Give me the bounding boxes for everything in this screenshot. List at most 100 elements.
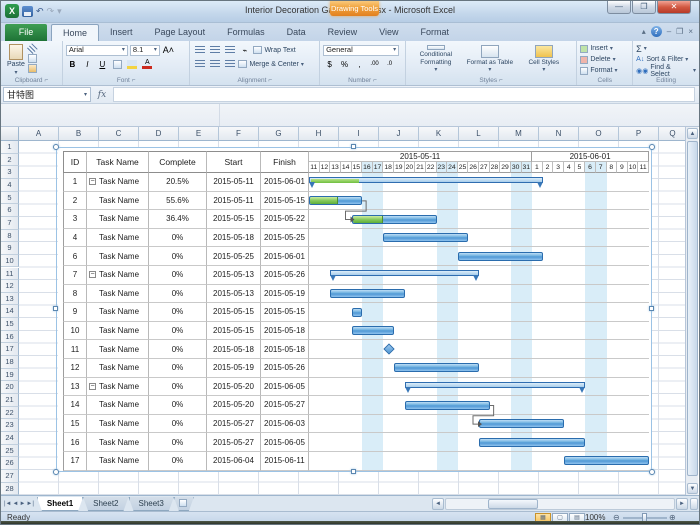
selection-handle[interactable] [53, 306, 58, 311]
column-header-G[interactable]: G [259, 127, 299, 141]
fx-icon[interactable]: fx [91, 90, 113, 100]
selection-handle[interactable] [649, 144, 655, 150]
row-header-11[interactable]: 11 [1, 268, 19, 281]
row-header-28[interactable]: 28 [1, 483, 19, 496]
copy-icon[interactable] [28, 54, 37, 63]
row-header-16[interactable]: 16 [1, 331, 19, 344]
select-all-corner[interactable] [1, 127, 19, 141]
delete-cells-button[interactable]: Delete▾ [580, 54, 629, 65]
format-painter-icon[interactable] [28, 64, 37, 73]
ribbon-tab-view[interactable]: View [368, 24, 409, 41]
column-header-H[interactable]: H [299, 127, 339, 141]
row-header-23[interactable]: 23 [1, 419, 19, 432]
align-top-icon[interactable] [193, 45, 206, 56]
gantt-bar-task[interactable] [352, 308, 363, 317]
row-header-20[interactable]: 20 [1, 381, 19, 394]
column-header-K[interactable]: K [419, 127, 459, 141]
gantt-bar-task[interactable] [394, 363, 479, 372]
column-header-C[interactable]: C [99, 127, 139, 141]
align-left-icon[interactable] [193, 59, 206, 70]
align-right-icon[interactable] [223, 59, 236, 70]
sheet-tab-sheet2[interactable]: Sheet2 [83, 497, 128, 511]
cut-icon[interactable] [26, 43, 37, 54]
selection-handle[interactable] [351, 144, 356, 149]
column-header-D[interactable]: D [139, 127, 179, 141]
column-header-I[interactable]: I [339, 127, 379, 141]
align-center-icon[interactable] [208, 59, 221, 70]
align-middle-icon[interactable] [208, 45, 221, 56]
row-header-18[interactable]: 18 [1, 356, 19, 369]
ribbon-tab-review[interactable]: Review [317, 24, 369, 41]
row-header-2[interactable]: 2 [1, 154, 19, 167]
ribbon-tab-home[interactable]: Home [51, 24, 99, 41]
column-header-N[interactable]: N [539, 127, 579, 141]
workbook-minimize-icon[interactable]: – [667, 27, 671, 36]
redo-icon[interactable]: ↷ [47, 4, 55, 18]
scroll-left-icon[interactable]: ◄ [432, 498, 444, 510]
qat-dropdown-icon[interactable]: ▾ [57, 4, 62, 18]
decrease-decimal-icon[interactable]: .0 [383, 59, 396, 70]
scroll-right-icon[interactable]: ► [676, 498, 688, 510]
row-header-24[interactable]: 24 [1, 432, 19, 445]
insert-worksheet-button[interactable] [174, 497, 194, 511]
scroll-up-icon[interactable]: ▲ [687, 128, 698, 139]
wrap-text-button[interactable]: Wrap Text [253, 45, 295, 56]
insert-cells-button[interactable]: Insert▾ [580, 43, 629, 54]
gantt-bar-task[interactable] [564, 456, 649, 465]
minimize-ribbon-icon[interactable]: ▴ [642, 27, 646, 36]
column-header-P[interactable]: P [619, 127, 659, 141]
row-header-17[interactable]: 17 [1, 343, 19, 356]
row-header-8[interactable]: 8 [1, 230, 19, 243]
italic-button[interactable]: I [81, 59, 94, 70]
gantt-bar-task[interactable] [383, 233, 468, 242]
selection-handle[interactable] [351, 469, 356, 474]
column-header-A[interactable]: A [19, 127, 59, 141]
collapse-toggle-icon[interactable]: − [89, 271, 96, 278]
column-header-F[interactable]: F [219, 127, 259, 141]
row-header-9[interactable]: 9 [1, 242, 19, 255]
ribbon-tab-insert[interactable]: Insert [99, 24, 144, 41]
underline-button[interactable]: U [96, 59, 109, 70]
column-header-L[interactable]: L [459, 127, 499, 141]
prev-sheet-icon[interactable]: ◄ [13, 501, 19, 507]
fill-color-icon[interactable] [126, 59, 139, 70]
row-header-13[interactable]: 13 [1, 293, 19, 306]
column-header-M[interactable]: M [499, 127, 539, 141]
row-header-5[interactable]: 5 [1, 192, 19, 205]
ribbon-tab-format[interactable]: Format [409, 24, 460, 41]
comma-style-icon[interactable]: , [353, 59, 366, 70]
increase-decimal-icon[interactable]: .00 [368, 59, 381, 70]
font-color-icon[interactable]: A [141, 59, 154, 70]
formula-input[interactable] [113, 87, 695, 102]
paste-button[interactable]: Paste▾ [4, 43, 28, 77]
sheet-tab-sheet3[interactable]: Sheet3 [129, 497, 174, 511]
number-format-combo[interactable]: General▾ [323, 45, 399, 56]
column-header-E[interactable]: E [179, 127, 219, 141]
merge-center-button[interactable]: Merge & Center▾ [238, 59, 303, 70]
first-sheet-icon[interactable]: |◄ [4, 501, 12, 507]
row-header-3[interactable]: 3 [1, 166, 19, 179]
gantt-bar-summary[interactable] [405, 382, 586, 393]
cell-styles-button[interactable]: Cell Styles▾ [517, 43, 571, 74]
horizontal-scrollbar[interactable]: ◄ ► [431, 496, 699, 511]
selection-handle[interactable] [53, 144, 59, 150]
borders-icon[interactable] [111, 59, 124, 70]
font-name-combo[interactable]: Arial▾ [66, 45, 128, 56]
undo-icon[interactable]: ↶ [36, 4, 44, 18]
gantt-bar-task[interactable] [330, 289, 404, 298]
row-header-4[interactable]: 4 [1, 179, 19, 192]
minimize-button[interactable]: — [607, 1, 631, 14]
format-as-table-button[interactable]: Format as Table▾ [463, 43, 517, 74]
row-header-27[interactable]: 27 [1, 470, 19, 483]
gantt-bar-task[interactable] [405, 401, 490, 410]
ribbon-tab-data[interactable]: Data [276, 24, 317, 41]
row-header-7[interactable]: 7 [1, 217, 19, 230]
row-header-25[interactable]: 25 [1, 445, 19, 458]
ribbon-tab-page-layout[interactable]: Page Layout [144, 24, 217, 41]
excel-logo-icon[interactable]: X [5, 4, 19, 18]
tab-split-handle[interactable] [690, 498, 698, 510]
ribbon-tab-formulas[interactable]: Formulas [216, 24, 276, 41]
gantt-bar-task[interactable] [309, 196, 362, 205]
find-select-button[interactable]: ◉◉Find & Select▾ [636, 65, 696, 76]
row-header-12[interactable]: 12 [1, 280, 19, 293]
